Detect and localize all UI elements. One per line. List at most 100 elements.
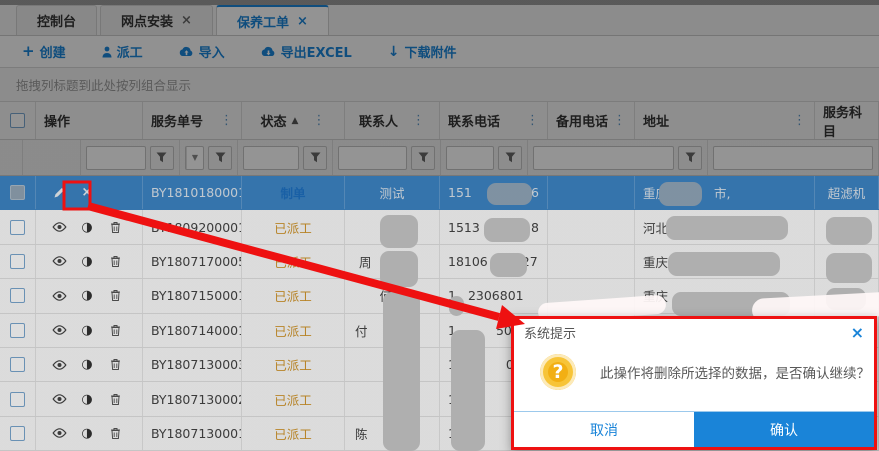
status-badge: 已派工 [274, 424, 312, 443]
filter-funnel-button[interactable] [411, 146, 435, 170]
export-excel-button[interactable]: 导出EXCEL [261, 42, 352, 61]
group-panel[interactable]: 拖拽列标题到此处按列组合显示 [0, 68, 879, 102]
filter-order-cell [81, 140, 180, 175]
contrast-icon[interactable]: ◑ [78, 357, 96, 372]
contact-filter-input[interactable] [243, 146, 299, 170]
trash-icon[interactable] [106, 427, 124, 440]
column-menu-icon[interactable]: ⋮ [312, 113, 325, 128]
view-icon[interactable] [50, 291, 68, 301]
close-icon[interactable]: × [181, 13, 192, 28]
edit-icon[interactable] [50, 186, 68, 199]
contrast-icon[interactable]: ◑ [78, 288, 96, 303]
status-cell: 已派工 [242, 382, 345, 415]
phone-filter-input[interactable] [338, 146, 407, 170]
row-checkbox[interactable] [10, 357, 25, 372]
backup-filter-input[interactable] [446, 146, 494, 170]
contrast-icon[interactable]: ◑ [78, 323, 96, 338]
dispatch-button[interactable]: 派工 [102, 42, 143, 61]
trash-icon[interactable] [106, 221, 124, 234]
chevron-down-icon[interactable]: ▼ [186, 147, 203, 169]
header-phone[interactable]: 联系电话⋮ [440, 102, 548, 139]
blur-patch [380, 215, 418, 248]
row-checkbox[interactable] [10, 288, 25, 303]
contrast-icon[interactable]: ◑ [78, 392, 96, 407]
view-icon[interactable] [50, 360, 68, 370]
blur-patch [826, 217, 872, 245]
row-checkbox[interactable] [10, 392, 25, 407]
blur-patch [449, 296, 464, 316]
header-label: 联系人 [359, 111, 398, 130]
filter-funnel-button[interactable] [150, 146, 174, 170]
download-attachment-button[interactable]: ↓ 下载附件 [388, 42, 457, 61]
contrast-icon[interactable]: ◑ [78, 254, 96, 269]
header-backup-phone[interactable]: 备用电话 ⋮ [548, 102, 635, 139]
trash-icon[interactable] [106, 393, 124, 406]
tab-site-install[interactable]: 网点安装 × [100, 5, 213, 35]
close-icon[interactable]: × [297, 14, 308, 29]
status-filter-dropdown[interactable]: ▼ [185, 146, 204, 170]
ops-cell: × [36, 176, 143, 209]
header-contact[interactable]: 联系人 ⋮ [345, 102, 440, 139]
row-checkbox[interactable] [10, 323, 25, 338]
confirm-dialog: 系统提示 × ? 此操作将删除所选择的数据，是否确认继续？ 取消 确认 [511, 316, 877, 450]
header-category[interactable]: 服务科目 [815, 102, 879, 139]
column-menu-icon[interactable]: ⋮ [793, 113, 806, 128]
contrast-icon[interactable]: ◑ [78, 426, 96, 441]
trash-icon[interactable] [106, 255, 124, 268]
ops-cell: ◑ [36, 417, 143, 450]
filter-funnel-button[interactable] [303, 146, 327, 170]
header-label: 状态 [261, 111, 287, 130]
row-checkbox[interactable] [10, 254, 25, 269]
contrast-icon[interactable]: ◑ [78, 220, 96, 235]
filter-status-cell: ▼ [180, 140, 238, 175]
ops-cell: ◑ [36, 348, 143, 381]
address-filter-input[interactable] [533, 146, 674, 170]
cancel-button[interactable]: 取消 [514, 412, 694, 447]
row-checkbox[interactable] [10, 426, 25, 441]
order-filter-input[interactable] [86, 146, 146, 170]
dialog-titlebar[interactable]: 系统提示 × [514, 319, 874, 346]
view-icon[interactable] [50, 428, 68, 438]
category-filter-input[interactable] [713, 146, 873, 170]
column-menu-icon[interactable]: ⋮ [613, 113, 626, 128]
trash-icon[interactable] [106, 289, 124, 302]
tab-label: 保养工单 [237, 12, 289, 31]
person-icon [102, 46, 112, 58]
filter-funnel-button[interactable] [498, 146, 522, 170]
filter-phone-cell [333, 140, 441, 175]
tab-maintenance-orders[interactable]: 保养工单 × [216, 5, 329, 35]
blur-patch [490, 253, 527, 277]
table-row[interactable]: × BY1810180001 制单 测试 151486 重庆市, 超滤机 [0, 176, 879, 210]
column-menu-icon[interactable]: ⋮ [220, 113, 233, 128]
header-label: 备用电话 [556, 111, 608, 130]
column-menu-icon[interactable]: ⋮ [412, 113, 425, 128]
trash-icon[interactable] [106, 358, 124, 371]
blur-patch [451, 330, 485, 451]
select-all-checkbox[interactable] [10, 113, 25, 128]
close-icon[interactable]: × [851, 325, 864, 341]
trash-icon[interactable] [106, 324, 124, 337]
grid-toolbar: + 创建 派工 导入 导出EXCEL ↓ 下载附件 [0, 36, 879, 68]
header-status[interactable]: 状态▲⋮ [242, 102, 345, 139]
view-icon[interactable] [50, 222, 68, 232]
confirm-button[interactable]: 确认 [694, 412, 874, 447]
import-button[interactable]: 导入 [179, 42, 225, 61]
blur-patch [659, 182, 702, 206]
column-menu-icon[interactable]: ⋮ [526, 113, 539, 128]
filter-funnel-button[interactable] [678, 146, 702, 170]
download-icon: ↓ [388, 45, 400, 59]
tab-console[interactable]: 控制台 [16, 5, 97, 35]
row-checkbox[interactable] [10, 185, 25, 200]
view-icon[interactable] [50, 325, 68, 335]
view-icon[interactable] [50, 394, 68, 404]
header-order-no[interactable]: 服务单号⋮ [143, 102, 242, 139]
create-button[interactable]: + 创建 [22, 42, 66, 61]
delete-icon[interactable]: × [78, 185, 96, 200]
header-address[interactable]: 地址⋮ [635, 102, 815, 139]
blur-patch [383, 292, 420, 451]
filter-funnel-button[interactable] [208, 146, 232, 170]
filter-empty-cell [0, 140, 23, 175]
view-icon[interactable] [50, 256, 68, 266]
x-glyph: × [82, 185, 93, 200]
row-checkbox[interactable] [10, 220, 25, 235]
